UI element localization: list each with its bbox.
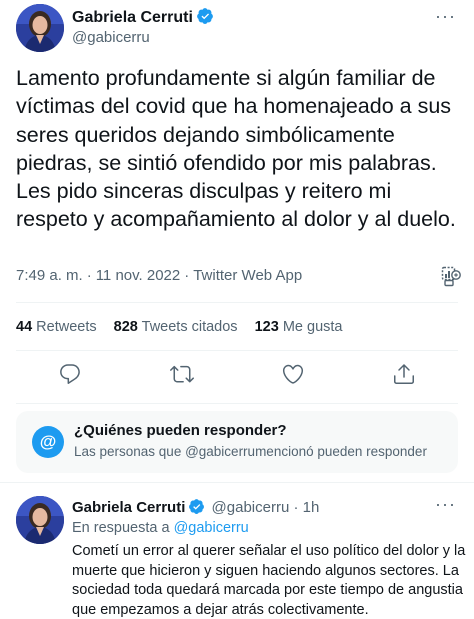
author-name-text: Gabriela Cerruti <box>72 9 193 26</box>
reply-time[interactable]: 1h <box>303 499 320 516</box>
retweet-icon[interactable] <box>170 362 194 386</box>
divider <box>16 302 458 303</box>
verified-badge-icon <box>189 499 205 514</box>
quotes-stat[interactable]: 828 Tweets citados <box>114 319 238 335</box>
retweets-stat[interactable]: 44 Retweets <box>16 319 97 335</box>
likes-label: Me gusta <box>282 319 343 335</box>
author-name[interactable]: Gabriela Cerruti <box>72 7 214 27</box>
tweet-time[interactable]: 7:49 a. m. <box>16 267 83 284</box>
quotes-count: 828 <box>113 319 138 335</box>
divider <box>0 482 474 483</box>
author-handle[interactable]: @gabicerru <box>72 29 150 46</box>
reply-restriction-title: ¿Quiénes pueden responder? <box>74 422 287 439</box>
tweet-meta: 7:49 a. m. · 11 nov. 2022 · Twitter Web App <box>16 267 302 284</box>
tweet-stats: 44 Retweets 828 Tweets citados 123 Me gu… <box>16 319 355 335</box>
more-horizontal-icon[interactable]: ··· <box>435 6 456 27</box>
in-reply-handle-link[interactable]: @gabicerru <box>174 520 249 536</box>
retweets-count: 44 <box>16 319 33 335</box>
meta-separator: · <box>86 267 92 284</box>
divider <box>16 403 458 404</box>
avatar-image <box>16 4 64 52</box>
tweet-date[interactable]: 11 nov. 2022 <box>96 267 181 284</box>
reply-author-name[interactable]: Gabriela Cerruti <box>72 499 185 516</box>
in-reply-to: En respuesta a @gabicerru <box>72 520 249 536</box>
avatar[interactable] <box>16 4 64 52</box>
in-reply-prefix: En respuesta a <box>72 520 170 536</box>
tweet-source[interactable]: Twitter Web App <box>193 267 302 284</box>
tweet-actions <box>0 362 474 392</box>
meta-separator: · <box>184 267 190 284</box>
verified-badge-icon <box>197 8 213 24</box>
divider <box>16 350 458 351</box>
more-horizontal-icon[interactable]: ··· <box>435 494 456 515</box>
retweets-label: Retweets <box>36 319 97 335</box>
reply-text: Cometí un error al querer señalar el uso… <box>72 543 466 618</box>
reply-separator: · <box>293 499 299 516</box>
reply-restriction-subtitle: Las personas que @gabicerrumencionó pued… <box>74 444 427 459</box>
reply-header: Gabriela Cerruti @gabicerru · 1h <box>72 498 319 516</box>
likes-stat[interactable]: 123 Me gusta <box>255 319 343 335</box>
likes-count: 123 <box>254 319 279 335</box>
tweet-text: Lamento profundamente si algún familiar … <box>16 66 456 232</box>
analytics-icon[interactable] <box>441 266 461 288</box>
at-icon: @ <box>32 426 64 458</box>
comment-icon[interactable] <box>58 362 82 386</box>
reply-author-handle[interactable]: @gabicerru <box>212 499 290 516</box>
avatar-image <box>16 496 64 544</box>
reply-tweet[interactable]: Gabriela Cerruti @gabicerru · 1h ··· En … <box>0 490 474 619</box>
share-icon[interactable] <box>392 362 416 386</box>
reply-restriction-box: @ ¿Quiénes pueden responder? Las persona… <box>16 411 458 473</box>
avatar[interactable] <box>16 496 64 544</box>
tweet-header: Gabriela Cerruti @gabicerru ··· <box>0 0 474 60</box>
heart-icon[interactable] <box>281 362 305 386</box>
quotes-label: Tweets citados <box>141 319 238 335</box>
